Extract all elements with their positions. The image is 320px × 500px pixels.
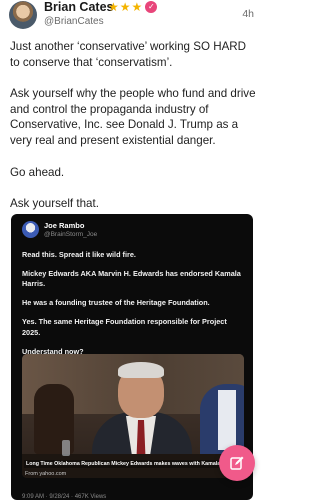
embed-paragraph: Yes. The same Heritage Foundation respon…: [22, 317, 227, 337]
author-name[interactable]: Brian Cates: [44, 0, 113, 14]
photo-source: From yahoo.com: [25, 471, 67, 477]
embed-paragraph: Read this. Spread it like wild fire.: [22, 250, 136, 259]
post-paragraph: Ask yourself that.: [10, 197, 99, 211]
embed-meta: 9:09 AM · 9/28/24 · 467K Views: [22, 494, 107, 500]
photo-glass: [62, 440, 70, 456]
author-avatar[interactable]: [9, 1, 37, 29]
star-icon: ★: [108, 0, 119, 14]
photo-person-center-hair: [118, 362, 164, 378]
compose-icon: [230, 456, 244, 470]
photo-person-right-shirt: [218, 390, 236, 450]
embed-author-avatar: [22, 221, 39, 238]
star-icon: ★: [119, 0, 131, 14]
author-rating: ★ ★ ★ ✓: [108, 0, 158, 14]
verified-badge-icon: ✓: [145, 1, 158, 13]
compose-button[interactable]: [219, 445, 255, 481]
post-body: Just another ‘conservative’ working SO H…: [10, 39, 256, 228]
embed-paragraph: Mickey Edwards AKA Marvin H. Edwards has…: [22, 269, 241, 289]
post-card: Brian Cates ★ ★ ★ ✓ @BrianCates 4h Just …: [0, 0, 264, 500]
embed-author-name: Joe Rambo: [44, 221, 85, 230]
photo-caption: Long Time Oklahoma Republican Mickey Edw…: [24, 460, 244, 468]
author-handle[interactable]: @BrianCates: [44, 16, 104, 27]
post-paragraph: Go ahead.: [10, 165, 65, 179]
post-paragraph: Just another ‘conservative’ working SO H…: [10, 40, 247, 69]
post-paragraph: Ask yourself why the people who fund and…: [10, 87, 256, 147]
embed-paragraph: He was a founding trustee of the Heritag…: [22, 298, 210, 308]
embed-author-handle: @BrainStorm_Joe: [44, 231, 98, 238]
star-icon: ★: [131, 0, 143, 14]
embed-body: Read this. Spread it like wild fire. Mic…: [22, 250, 246, 366]
news-photo[interactable]: Long Time Oklahoma Republican Mickey Edw…: [22, 354, 244, 478]
post-timestamp: 4h: [242, 8, 254, 20]
embedded-post-image[interactable]: Joe Rambo @BrainStorm_Joe Read this. Spr…: [11, 214, 253, 500]
